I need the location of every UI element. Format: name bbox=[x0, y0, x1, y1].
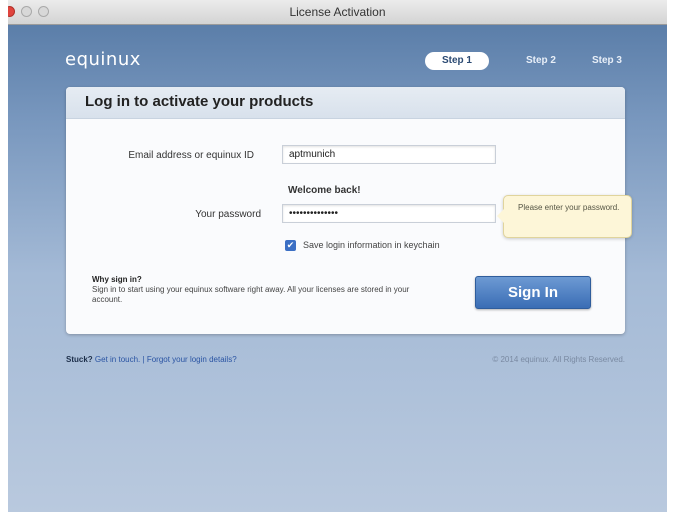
password-label: Your password bbox=[195, 209, 261, 220]
forgot-login-link[interactable]: Forgot your login details? bbox=[147, 355, 237, 364]
why-sign-in-text: Sign in to start using your equinux soft… bbox=[92, 285, 410, 304]
copyright-text: © 2014 equinux. All Rights Reserved. bbox=[492, 355, 625, 364]
welcome-message: Welcome back! bbox=[288, 185, 361, 196]
tooltip-arrow bbox=[497, 209, 504, 223]
footer-separator: | bbox=[142, 355, 145, 364]
keychain-checkbox[interactable]: ✔ bbox=[285, 240, 296, 251]
stuck-label: Stuck? bbox=[66, 355, 93, 364]
title-bar[interactable]: License Activation bbox=[8, 0, 667, 25]
footer-help: Stuck? Get in touch. | Forgot your login… bbox=[66, 355, 237, 364]
step-3: Step 3 bbox=[591, 55, 622, 66]
step-1: Step 1 bbox=[425, 52, 489, 70]
sign-in-button[interactable]: Sign In bbox=[475, 276, 591, 309]
window-title: License Activation bbox=[289, 5, 386, 19]
equinux-logo: equinux bbox=[65, 49, 141, 70]
panel-header: Log in to activate your products bbox=[66, 87, 625, 119]
tooltip-text: Please enter your password. bbox=[518, 203, 620, 212]
password-tooltip: Please enter your password. bbox=[497, 195, 632, 238]
main-content: equinux Step 1 Step 2 Step 3 Log in to a… bbox=[8, 25, 667, 512]
checkmark-icon: ✔ bbox=[286, 240, 295, 250]
keychain-label[interactable]: Save login information in keychain bbox=[303, 240, 440, 250]
step-indicator: Step 1 Step 2 Step 3 bbox=[421, 52, 633, 70]
license-activation-window: License Activation equinux Step 1 Step 2… bbox=[8, 0, 667, 512]
email-field[interactable] bbox=[282, 145, 496, 164]
email-label: Email address or equinux ID bbox=[128, 150, 254, 161]
step-2: Step 2 bbox=[525, 55, 556, 66]
page-title: Log in to activate your products bbox=[85, 93, 314, 110]
contact-link[interactable]: Get in touch. bbox=[95, 355, 140, 364]
password-field[interactable] bbox=[282, 204, 496, 223]
why-sign-in-title: Why sign in? bbox=[92, 275, 142, 284]
login-panel: Log in to activate your products Email a… bbox=[66, 87, 632, 334]
